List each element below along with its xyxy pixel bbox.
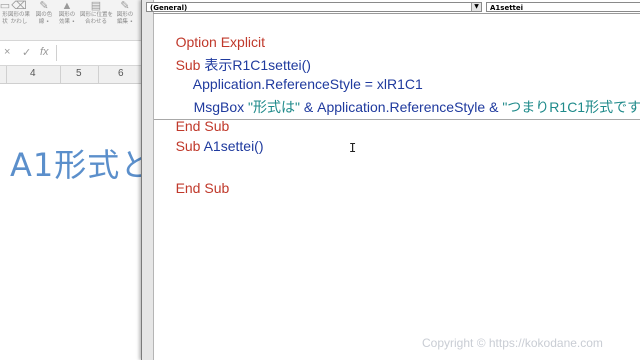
column-divider[interactable]	[6, 66, 7, 83]
excel-window: ▭ 形 状 ⌫ 図形の果 かわし ✎ 図の色 線 • ▲ 図形の 効果 • ▤ …	[0, 0, 150, 360]
procedure-combo-value: A1settei	[490, 4, 524, 12]
column-divider[interactable]	[98, 66, 99, 83]
ribbon-label: 図形に位置を 合わせる	[80, 12, 114, 25]
copyright-watermark: Copyright © https://kokodane.com	[422, 336, 603, 350]
sheet-shape-text[interactable]: A1形式と	[10, 140, 150, 186]
ribbon-button-eraser[interactable]: ⌫ 図形の果 かわし	[6, 0, 32, 40]
column-header[interactable]: 4	[30, 68, 36, 79]
ribbon-button-align[interactable]: ▤ 図形に位置を 合わせる	[80, 0, 114, 40]
fx-icon[interactable]: fx	[40, 46, 49, 58]
column-headers: 4 5 6	[0, 66, 150, 84]
object-combo-value: (General)	[150, 4, 188, 12]
ribbon-button-effects[interactable]: ▲ 図形の 効果 •	[54, 0, 80, 40]
chevron-down-icon[interactable]: ▼	[471, 3, 481, 11]
vbe-code-window: (General) ▼ A1settei Option Explicit Sub…	[141, 0, 640, 360]
ribbon-button-edit-shape[interactable]: ✎ 図形の 編集 •	[112, 0, 138, 40]
close-icon[interactable]: ×	[4, 46, 10, 58]
shape-fill-icon: ▲	[61, 0, 73, 12]
code-keyword: End Sub	[175, 180, 230, 196]
object-combo[interactable]: (General) ▼	[146, 2, 482, 12]
column-header[interactable]: 6	[118, 68, 124, 79]
divider	[153, 13, 640, 14]
ribbon-label: 図形の 編集 •	[116, 12, 134, 25]
code-identifier: A1settei()	[203, 138, 264, 154]
edit-shape-icon: ✎	[120, 0, 130, 12]
code-string: "つまりR1C1形式です	[502, 99, 640, 115]
code-line[interactable]: End Sub	[160, 164, 230, 212]
align-icon: ▤	[90, 0, 102, 12]
code-margin-bar[interactable]	[142, 0, 154, 360]
procedure-combo[interactable]: A1settei	[486, 2, 640, 12]
ribbon-label: 図形の果 かわし	[7, 12, 30, 25]
formula-input[interactable]	[56, 45, 150, 61]
code-identifier: & Application.ReferenceStyle &	[299, 99, 503, 115]
ribbon: ▭ 形 状 ⌫ 図形の果 かわし ✎ 図の色 線 • ▲ 図形の 効果 • ▤ …	[0, 0, 150, 41]
column-divider[interactable]	[60, 66, 61, 83]
code-string: "形式は"	[248, 99, 300, 115]
code-keyword: Sub	[175, 138, 204, 154]
code-line[interactable]: Sub A1settei()	[160, 122, 264, 170]
eraser-icon: ⌫	[11, 0, 27, 12]
ribbon-label: 図形の 効果 •	[58, 12, 76, 25]
text-cursor-icon: I	[349, 141, 357, 155]
formula-bar: × ✓ fx	[0, 41, 150, 66]
column-header[interactable]: 5	[76, 68, 82, 79]
procedure-separator	[154, 119, 640, 120]
check-icon[interactable]: ✓	[22, 46, 31, 59]
